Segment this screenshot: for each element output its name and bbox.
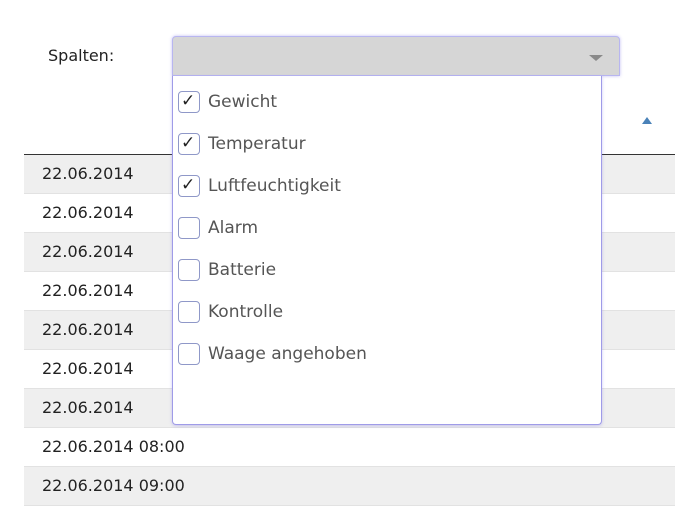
column-option-gewicht[interactable]: ✓ Gewicht: [178, 87, 277, 117]
column-option-batterie[interactable]: Batterie: [178, 255, 276, 285]
date-cell: 22.06.2014: [42, 320, 134, 339]
date-cell: 22.06.2014: [42, 164, 134, 183]
checkmark-icon: ✓: [181, 91, 196, 111]
option-label: Temperatur: [208, 134, 306, 154]
option-label: Alarm: [208, 218, 259, 238]
date-cell: 22.06.2014 09:00: [42, 476, 185, 495]
column-option-luftfeuchtigkeit[interactable]: ✓ Luftfeuchtigkeit: [178, 171, 341, 201]
date-cell: 22.06.2014 08:00: [42, 437, 185, 456]
sort-ascending-icon[interactable]: [642, 117, 652, 124]
column-option-alarm[interactable]: Alarm: [178, 213, 258, 243]
columns-label: Spalten:: [48, 46, 115, 65]
checkbox[interactable]: ✓: [178, 133, 200, 155]
date-cell: 22.06.2014: [42, 398, 134, 417]
date-cell: 22.06.2014: [42, 359, 134, 378]
date-cell: 22.06.2014: [42, 242, 134, 261]
checkbox[interactable]: [178, 301, 200, 323]
column-option-kontrolle[interactable]: Kontrolle: [178, 297, 283, 327]
columns-select[interactable]: [172, 36, 620, 76]
checkmark-icon: ✓: [181, 175, 196, 195]
table-row[interactable]: 22.06.2014 09:00: [24, 467, 675, 506]
option-label: Waage angehoben: [208, 344, 367, 364]
option-label: Luftfeuchtigkeit: [208, 176, 341, 196]
checkbox[interactable]: ✓: [178, 91, 200, 113]
chevron-down-icon[interactable]: [589, 55, 603, 61]
date-cell: 22.06.2014: [42, 281, 134, 300]
date-cell: 22.06.2014: [42, 203, 134, 222]
checkbox[interactable]: ✓: [178, 175, 200, 197]
columns-dropdown-menu: ✓ Gewicht ✓ Temperatur ✓ Luftfeuchtigkei…: [172, 76, 602, 425]
checkbox[interactable]: [178, 217, 200, 239]
checkbox[interactable]: [178, 343, 200, 365]
table-row[interactable]: 22.06.2014 08:00: [24, 428, 675, 467]
option-label: Gewicht: [208, 92, 278, 112]
option-label: Batterie: [208, 260, 277, 280]
option-label: Kontrolle: [208, 302, 284, 322]
column-option-waage-angehoben[interactable]: Waage angehoben: [178, 339, 367, 369]
column-option-temperatur[interactable]: ✓ Temperatur: [178, 129, 306, 159]
checkbox[interactable]: [178, 259, 200, 281]
checkmark-icon: ✓: [181, 133, 196, 153]
